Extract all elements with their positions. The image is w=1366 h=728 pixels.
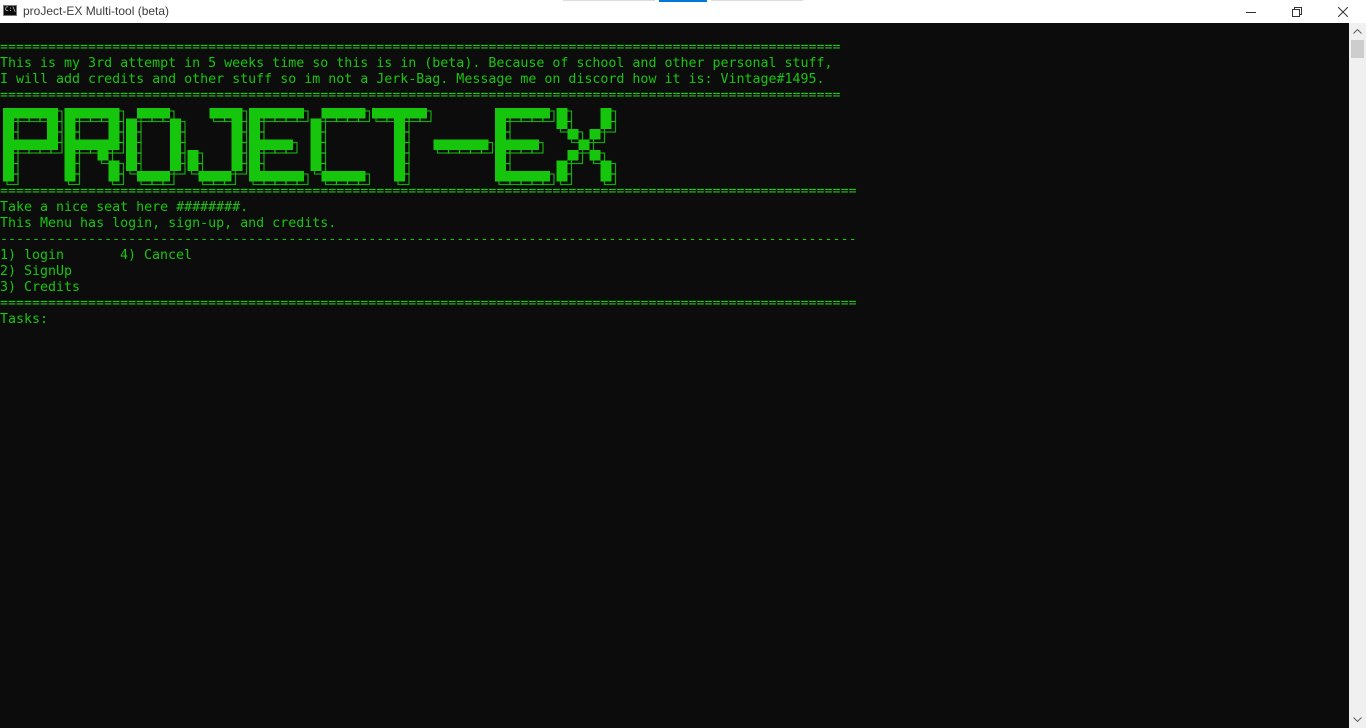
separator-line: ========================================…: [0, 184, 856, 199]
separator-line: ========================================…: [0, 296, 856, 311]
menu-option-credits: 3) Credits: [0, 280, 81, 295]
chevron-down-icon: [1353, 717, 1362, 722]
minimize-icon: [1246, 11, 1256, 13]
restore-icon: [1292, 6, 1302, 17]
menu-description: This Menu has login, sign-up, and credit…: [0, 216, 337, 231]
title-bar[interactable]: proJect-EX Multi-tool (beta): [0, 0, 1366, 23]
console-output[interactable]: ========================================…: [0, 23, 1349, 728]
window-title: proJect-EX Multi-tool (beta): [23, 4, 170, 18]
separator-line: ----------------------------------------…: [0, 232, 856, 247]
titlebar-marks: [563, 0, 803, 2]
tasks-prompt: Tasks:: [0, 312, 49, 327]
scroll-up-button[interactable]: [1349, 23, 1366, 40]
intro-line-2: I will add credits and other stuff so im…: [0, 72, 825, 87]
project-ex-banner: [0, 105, 620, 187]
restore-button[interactable]: [1274, 0, 1320, 23]
menu-option-login: 1) login: [0, 248, 65, 263]
scroll-down-button[interactable]: [1349, 711, 1366, 728]
separator-line: ========================================…: [0, 88, 840, 103]
banner-art: [3, 108, 617, 186]
minimize-button[interactable]: [1228, 0, 1274, 23]
close-button[interactable]: [1320, 0, 1366, 23]
welcome-line: Take a nice seat here ########.: [0, 200, 249, 215]
scroll-thumb[interactable]: [1351, 40, 1364, 58]
close-icon: [1338, 6, 1348, 17]
vertical-scrollbar[interactable]: [1349, 23, 1366, 728]
chevron-up-icon: [1353, 29, 1362, 34]
separator-line: ========================================…: [0, 40, 840, 55]
menu-option-cancel: 4) Cancel: [120, 248, 193, 263]
console-icon[interactable]: [3, 5, 17, 16]
intro-line-1: This is my 3rd attempt in 5 weeks time s…: [0, 56, 833, 71]
console-window: proJect-EX Multi-tool (beta) =======: [0, 0, 1366, 728]
menu-option-signup: 2) SignUp: [0, 264, 73, 279]
